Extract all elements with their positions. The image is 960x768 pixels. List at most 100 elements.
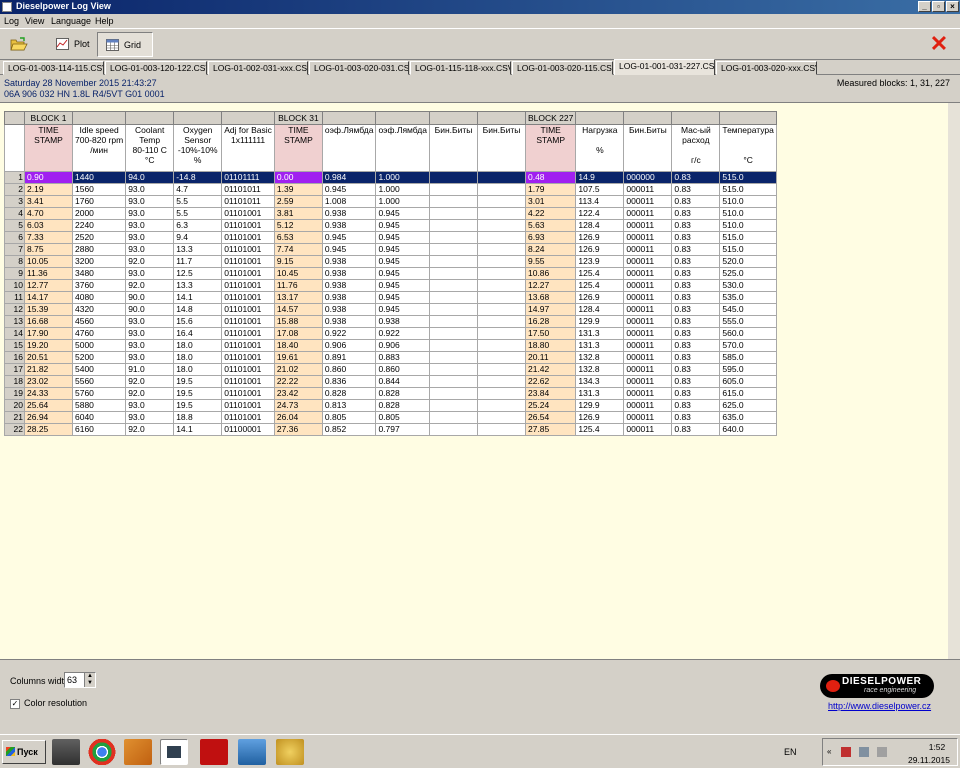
table-cell[interactable]: 19.5 — [173, 375, 223, 388]
table-cell[interactable]: 123.9 — [575, 255, 625, 268]
paint-icon[interactable] — [276, 739, 304, 765]
table-row[interactable]: 19 24.33 5760 92.0 19.5 01101001 23.42 0.828 0.8… — [4, 387, 777, 400]
printer-icon[interactable] — [52, 739, 80, 765]
table-cell[interactable]: 21.42 — [524, 363, 577, 376]
table-cell[interactable]: 000011 — [623, 303, 673, 316]
table-cell[interactable]: 5760 — [71, 387, 127, 400]
row-number[interactable]: 11 — [4, 291, 25, 304]
table-cell[interactable]: 0.891 — [321, 351, 377, 364]
table-cell[interactable]: 0.83 — [671, 399, 721, 412]
table-cell[interactable] — [476, 339, 526, 352]
table-cell[interactable]: 615.0 — [719, 387, 777, 400]
table-cell[interactable]: 23.42 — [273, 387, 323, 400]
start-button[interactable]: Пуск — [2, 740, 46, 764]
table-cell[interactable]: 1760 — [71, 195, 127, 208]
table-cell[interactable]: 0.83 — [671, 411, 721, 424]
row-number[interactable]: 2 — [4, 183, 25, 196]
table-cell[interactable] — [476, 411, 526, 424]
table-cell[interactable]: 132.8 — [575, 351, 625, 364]
table-cell[interactable]: 13.17 — [273, 291, 323, 304]
table-cell[interactable] — [476, 303, 526, 316]
table-cell[interactable]: 125.4 — [575, 267, 625, 280]
table-cell[interactable]: 01101001 — [221, 267, 275, 280]
row-number[interactable]: 9 — [4, 267, 25, 280]
table-cell[interactable]: 0.828 — [375, 387, 430, 400]
table-cell[interactable]: 530.0 — [719, 279, 777, 292]
table-cell[interactable]: 122.4 — [575, 207, 625, 220]
table-cell[interactable]: 510.0 — [719, 195, 777, 208]
table-row[interactable]: 22 28.25 6160 92.0 14.1 01100001 27.36 0.852 0.7… — [4, 423, 777, 436]
tab-6[interactable]: LOG-01-003-020-115.CSV — [512, 61, 613, 75]
tab-5[interactable]: LOG-01-115-118-xxx.CSV — [410, 61, 511, 75]
table-cell[interactable]: 01101001 — [221, 255, 275, 268]
table-cell[interactable]: 126.9 — [575, 231, 625, 244]
table-row[interactable]: 16 20.51 5200 93.0 18.0 01101001 19.61 0.891 0.8… — [4, 351, 777, 364]
table-cell[interactable] — [428, 351, 478, 364]
table-cell[interactable]: 01101001 — [221, 387, 275, 400]
table-cell[interactable]: 18.0 — [173, 351, 223, 364]
table-cell[interactable]: 510.0 — [719, 219, 777, 232]
column-header[interactable]: Температура °C — [719, 124, 777, 172]
table-cell[interactable]: 4320 — [71, 303, 127, 316]
table-cell[interactable]: 93.0 — [125, 315, 175, 328]
table-cell[interactable]: 1.000 — [375, 195, 430, 208]
table-cell[interactable]: 515.0 — [719, 171, 777, 184]
table-cell[interactable]: 90.0 — [125, 303, 175, 316]
table-cell[interactable]: 0.883 — [375, 351, 430, 364]
table-cell[interactable]: 0.945 — [321, 183, 377, 196]
column-header[interactable]: Бин.Биты — [428, 124, 478, 172]
table-cell[interactable]: 1.000 — [375, 183, 430, 196]
table-cell[interactable]: 0.83 — [671, 267, 721, 280]
table-cell[interactable] — [428, 279, 478, 292]
table-cell[interactable]: 8.75 — [24, 243, 73, 256]
table-cell[interactable]: 0.836 — [321, 375, 377, 388]
table-cell[interactable]: 5.5 — [173, 207, 223, 220]
table-cell[interactable]: 000011 — [623, 267, 673, 280]
tab-7[interactable]: LOG-01-001-031-227.CSV — [614, 59, 715, 75]
table-cell[interactable]: 26.04 — [273, 411, 323, 424]
row-number[interactable]: 14 — [4, 327, 25, 340]
row-number[interactable]: 4 — [4, 207, 25, 220]
table-cell[interactable]: 20.11 — [524, 351, 577, 364]
table-cell[interactable]: 0.83 — [671, 243, 721, 256]
table-cell[interactable]: 570.0 — [719, 339, 777, 352]
table-row[interactable]: 9 11.36 3480 93.0 12.5 01101001 10.45 0.938 0.94… — [4, 267, 777, 280]
table-cell[interactable]: 93.0 — [125, 195, 175, 208]
table-cell[interactable]: 7.74 — [273, 243, 323, 256]
table-cell[interactable]: 11.76 — [273, 279, 323, 292]
table-cell[interactable]: 10.86 — [524, 267, 577, 280]
table-cell[interactable]: 131.3 — [575, 339, 625, 352]
table-cell[interactable]: 2.59 — [273, 195, 323, 208]
table-cell[interactable] — [476, 219, 526, 232]
table-cell[interactable]: 0.945 — [375, 243, 430, 256]
table-cell[interactable]: 5200 — [71, 351, 127, 364]
table-cell[interactable]: 132.8 — [575, 363, 625, 376]
table-row[interactable]: 2 2.19 1560 93.0 4.7 01101011 1.39 0.945 1.000 1.… — [4, 183, 777, 196]
window-close-button[interactable]: × — [946, 1, 959, 12]
row-number[interactable]: 18 — [4, 375, 25, 388]
table-cell[interactable]: 595.0 — [719, 363, 777, 376]
table-cell[interactable]: 6.03 — [24, 219, 73, 232]
table-cell[interactable] — [428, 231, 478, 244]
table-cell[interactable]: -14.8 — [173, 171, 223, 184]
table-cell[interactable]: 01101001 — [221, 375, 275, 388]
open-file-button[interactable] — [6, 32, 32, 57]
table-cell[interactable]: 13.3 — [173, 243, 223, 256]
table-cell[interactable]: 0.828 — [321, 387, 377, 400]
table-cell[interactable]: 4560 — [71, 315, 127, 328]
table-cell[interactable]: 01100001 — [221, 423, 275, 436]
column-header[interactable]: TIME STAMP — [24, 124, 73, 172]
table-cell[interactable]: 131.3 — [575, 387, 625, 400]
table-cell[interactable]: 0.906 — [321, 339, 377, 352]
table-cell[interactable]: 25.64 — [24, 399, 73, 412]
table-cell[interactable]: 2520 — [71, 231, 127, 244]
table-cell[interactable]: 0.83 — [671, 351, 721, 364]
table-cell[interactable]: 0.83 — [671, 423, 721, 436]
table-cell[interactable]: 000011 — [623, 351, 673, 364]
table-cell[interactable]: 126.9 — [575, 243, 625, 256]
table-cell[interactable]: 1.79 — [524, 183, 577, 196]
column-header[interactable]: Нагрузка% — [575, 124, 625, 172]
table-cell[interactable]: 01101001 — [221, 303, 275, 316]
table-cell[interactable]: 0.938 — [321, 255, 377, 268]
table-cell[interactable]: 01101011 — [221, 183, 275, 196]
